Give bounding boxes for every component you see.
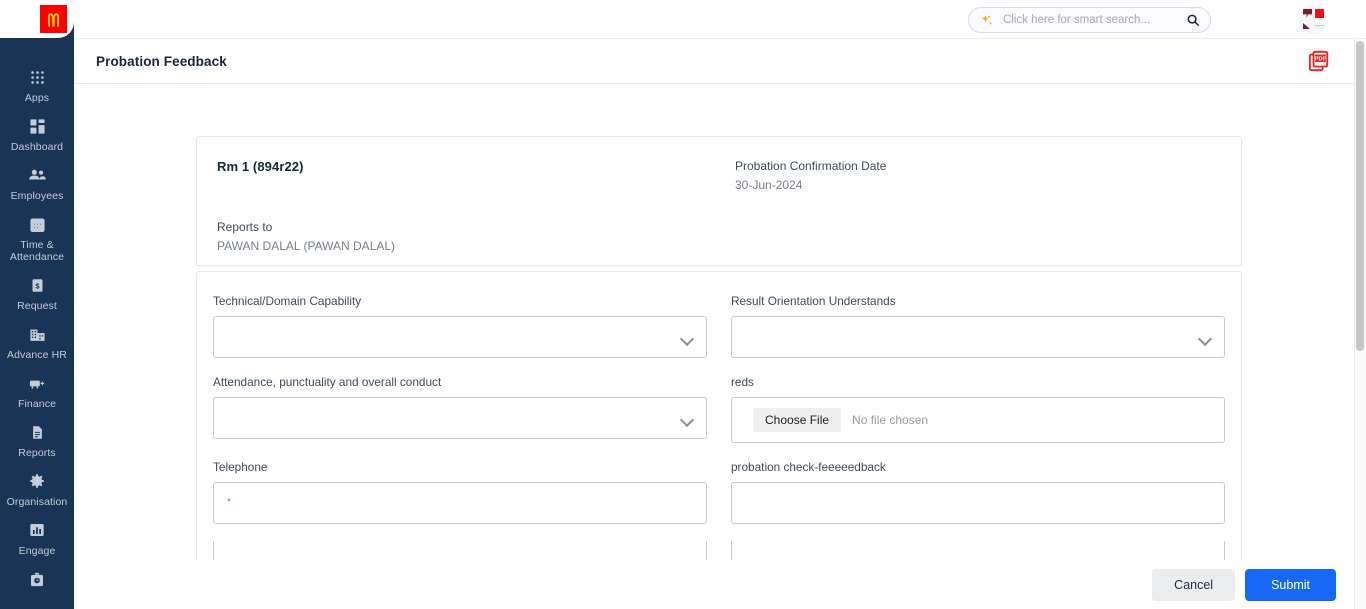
employee-info-card: Rm 1 (894r22) Reports to PAWAN DALAL (PA… <box>196 136 1242 266</box>
probation-check-feedback-input[interactable] <box>731 482 1225 524</box>
sidebar-item-engage[interactable]: Engage <box>0 515 74 564</box>
field-label: Technical/Domain Capability <box>213 294 362 308</box>
page-title: Probation Feedback <box>96 53 227 69</box>
broken-image-glyph <box>1315 25 1324 29</box>
probation-date-label: Probation Confirmation Date <box>735 159 887 173</box>
field-telephone: Telephone * <box>213 460 707 541</box>
sidebar-item-apps[interactable]: Apps <box>0 62 74 111</box>
reports-to-value: PAWAN DALAL (PAWAN DALAL) <box>217 239 396 253</box>
sidebar-item-request[interactable]: $ Request <box>0 270 74 319</box>
sidebar-item-employees[interactable]: Employees <box>0 160 74 209</box>
sidebar-item-finance[interactable]: Finance <box>0 368 74 417</box>
export-pdf-icon[interactable]: PDF <box>1308 50 1330 72</box>
field-attendance-punctuality-conduct: Attendance, punctuality and overall cond… <box>213 375 707 460</box>
main-content: Rm 1 (894r22) Reports to PAWAN DALAL (PA… <box>74 84 1354 609</box>
broken-image-glyph <box>1303 23 1310 29</box>
sidebar-item-dashboard[interactable]: Dashboard <box>0 111 74 160</box>
telephone-input[interactable]: * <box>213 482 707 524</box>
briefcase-clock-icon <box>29 568 45 590</box>
field-label: probation check-feeeeedback <box>731 460 886 474</box>
document-icon <box>30 421 45 443</box>
finance-cart-icon <box>28 372 46 394</box>
sidebar-item-time-attendance[interactable]: Time & Attendance <box>0 209 74 270</box>
bar-chart-icon <box>29 519 45 541</box>
submit-button[interactable]: Submit <box>1245 568 1336 601</box>
top-bar <box>74 0 1366 39</box>
sidebar-item-label: Reports <box>18 447 56 459</box>
sidebar-item-advance-hr[interactable]: Advance HR <box>0 319 74 368</box>
field-technical-domain-capability: Technical/Domain Capability <box>213 294 707 375</box>
result-orientation-understands-select[interactable] <box>731 316 1225 358</box>
apps-grid-icon <box>29 66 46 88</box>
smart-search-bar[interactable] <box>968 7 1211 33</box>
attendance-punctuality-conduct-select[interactable] <box>213 397 707 439</box>
sidebar-item-organisation[interactable]: Organisation <box>0 466 74 515</box>
technical-domain-capability-select[interactable] <box>213 316 707 358</box>
search-input[interactable] <box>979 14 1182 26</box>
sidebar-nav-list: Apps Dashboard Employees Time & Attendan… <box>0 62 74 601</box>
mcdonalds-logo[interactable] <box>40 5 67 33</box>
gear-icon <box>28 470 46 492</box>
choose-file-button[interactable]: Choose File <box>753 408 842 432</box>
field-label: Result Orientation Understands <box>731 294 896 308</box>
avatar[interactable] <box>1299 5 1328 34</box>
broken-image-glyph <box>1315 9 1324 18</box>
field-label: Telephone <box>213 460 268 474</box>
sidebar-item-label: Apps <box>24 92 50 104</box>
file-status-text: No file chosen <box>852 413 929 427</box>
sidebar-item-label: Advance HR <box>7 349 67 361</box>
sidebar-item-reports[interactable]: Reports <box>0 417 74 466</box>
employee-name: Rm 1 (894r22) <box>217 159 304 174</box>
search-icon[interactable] <box>1186 13 1200 27</box>
reds-file-upload-control[interactable]: Choose File No file chosen <box>731 397 1225 443</box>
employee-identity-column: Rm 1 (894r22) Reports to PAWAN DALAL (PA… <box>217 159 735 253</box>
probation-date-column: Probation Confirmation Date 30-Jun-2024 <box>735 159 1221 253</box>
form-fields-grid: Technical/Domain Capability Result Orien… <box>213 294 1225 541</box>
field-label: reds <box>731 375 754 389</box>
field-reds-file-upload: reds Choose File No file chosen <box>731 375 1225 460</box>
svg-text:PDF: PDF <box>1315 57 1327 63</box>
page-header: Probation Feedback PDF <box>74 39 1354 84</box>
building-icon <box>29 323 46 345</box>
field-probation-check-feedback: probation check-feeeeedback <box>731 460 1225 541</box>
vertical-scrollbar-thumb[interactable] <box>1356 41 1364 351</box>
sidebar-item-label: Request <box>17 300 57 312</box>
sidebar-item-label: Time & Attendance <box>9 239 65 263</box>
reports-to-label: Reports to <box>217 220 273 234</box>
feedback-form-card: Technical/Domain Capability Result Orien… <box>196 271 1242 609</box>
probation-date-value: 30-Jun-2024 <box>735 178 803 192</box>
sidebar-item-label: Finance <box>17 398 57 410</box>
field-result-orientation-understands: Result Orientation Understands <box>731 294 1225 375</box>
application-window: Apps Dashboard Employees Time & Attendan… <box>0 0 1366 609</box>
dashboard-icon <box>29 115 46 137</box>
sidebar-item-briefcase[interactable] <box>0 564 74 601</box>
sparkle-ai-icon <box>979 13 996 30</box>
field-label: Attendance, punctuality and overall cond… <box>213 375 442 389</box>
sidebar-item-label: Organisation <box>6 496 68 508</box>
calendar-icon <box>29 213 46 235</box>
form-action-bar: Cancel Submit <box>74 560 1354 609</box>
sidebar-item-label: Employees <box>10 190 64 202</box>
sidebar-item-label: Engage <box>18 545 56 557</box>
left-sidebar: Apps Dashboard Employees Time & Attendan… <box>0 0 74 609</box>
cancel-button[interactable]: Cancel <box>1152 568 1236 601</box>
vertical-scrollbar-track[interactable] <box>1354 39 1366 609</box>
request-money-icon: $ <box>30 274 45 296</box>
sidebar-item-label: Dashboard <box>10 141 64 153</box>
employees-icon <box>28 164 47 186</box>
broken-image-glyph <box>1303 9 1312 18</box>
required-marker-icon: * <box>227 497 231 508</box>
